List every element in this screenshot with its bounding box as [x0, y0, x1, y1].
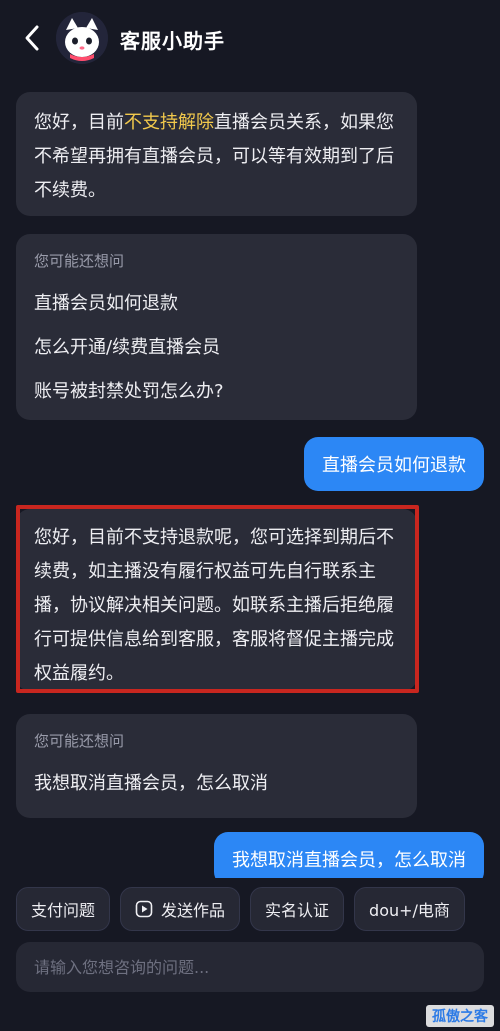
- message-text: 我想取消直播会员，怎么取消: [232, 850, 466, 871]
- quick-action-send-work[interactable]: 发送作品: [120, 887, 241, 931]
- bottom-area: [0, 996, 500, 1031]
- watermark: 孤傲之客: [426, 1005, 494, 1027]
- question-input[interactable]: [34, 957, 484, 977]
- avatar: [56, 12, 108, 64]
- message-text: 直播会员如何退款: [322, 455, 466, 476]
- quick-action-dou-ecommerce[interactable]: dou+/电商: [354, 887, 465, 931]
- suggestion-card: 您可能还想问 直播会员如何退款 怎么开通/续费直播会员 账号被封禁处罚怎么办?: [16, 234, 417, 420]
- chip-label: 发送作品: [161, 901, 226, 920]
- quick-actions-bar: 支付问题 发送作品 实名认证 dou+/电商: [0, 878, 500, 940]
- chip-label: 实名认证: [265, 901, 330, 920]
- suggestion-item[interactable]: 账号被封禁处罚怎么办?: [34, 370, 399, 414]
- user-message: 直播会员如何退款: [304, 437, 484, 491]
- highlighted-text: 不支持解除: [124, 112, 214, 133]
- chevron-left-icon: [25, 25, 39, 51]
- suggestion-item[interactable]: 怎么开通/续费直播会员: [34, 326, 399, 370]
- message-text: 您好，目前: [34, 112, 124, 133]
- header: 客服小助手: [0, 0, 500, 78]
- suggestion-card: 您可能还想问 我想取消直播会员，怎么取消: [16, 714, 417, 818]
- annotation-highlight-box: [16, 505, 419, 693]
- quick-action-verify[interactable]: 实名认证: [250, 887, 345, 931]
- suggestion-item[interactable]: 直播会员如何退款: [34, 282, 399, 326]
- suggestion-title: 您可能还想问: [34, 252, 125, 270]
- mascot-avatar-icon: [56, 12, 108, 64]
- play-square-icon: [135, 900, 153, 918]
- input-container: [16, 942, 484, 992]
- back-button[interactable]: [16, 20, 48, 56]
- quick-action-payment[interactable]: 支付问题: [16, 887, 111, 931]
- chat-area[interactable]: 您好，目前不支持解除直播会员关系，如果您不希望再拥有直播会员，可以等有效期到了后…: [0, 0, 500, 886]
- bot-message: 您好，目前不支持解除直播会员关系，如果您不希望再拥有直播会员，可以等有效期到了后…: [16, 92, 417, 216]
- suggestion-item[interactable]: 我想取消直播会员，怎么取消: [34, 762, 399, 806]
- chip-label: 支付问题: [31, 901, 96, 920]
- suggestion-title: 您可能还想问: [34, 732, 125, 750]
- chip-label: dou+/电商: [369, 901, 450, 920]
- page-title: 客服小助手: [120, 29, 225, 53]
